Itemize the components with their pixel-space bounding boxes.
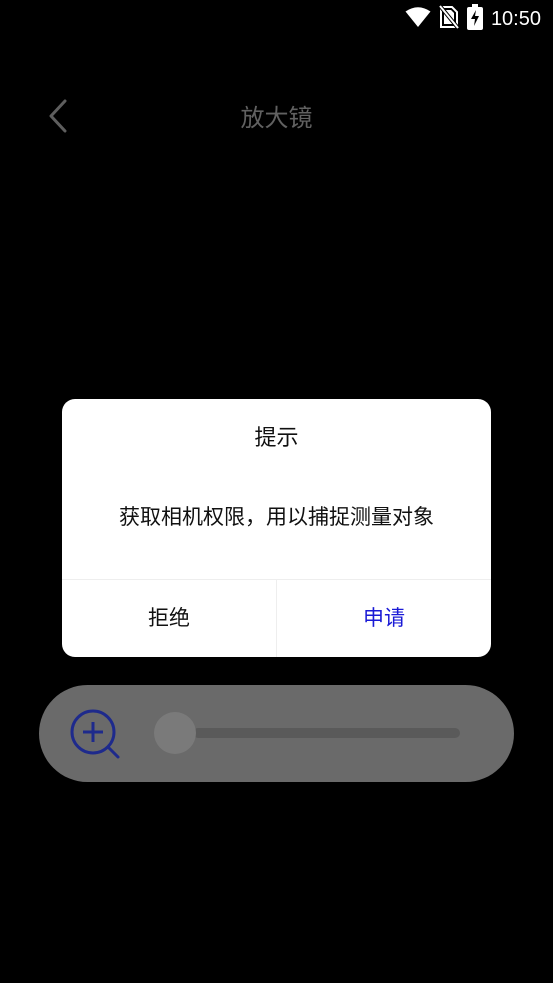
- zoom-in-icon[interactable]: [69, 709, 121, 761]
- zoom-slider-thumb[interactable]: [154, 712, 196, 754]
- zoom-control-bar: [39, 685, 514, 782]
- reject-button[interactable]: 拒绝: [62, 580, 276, 657]
- header: 放大镜: [0, 90, 553, 146]
- status-icons: 10:50: [405, 4, 541, 34]
- wifi-icon: [405, 6, 431, 32]
- page-title: 放大镜: [240, 104, 313, 132]
- no-sim-icon: [438, 4, 460, 33]
- status-time: 10:50: [490, 8, 541, 30]
- apply-button[interactable]: 申请: [277, 580, 491, 657]
- zoom-slider-track[interactable]: [193, 728, 460, 738]
- permission-dialog: 提示 获取相机权限，用以捕捉测量对象 拒绝 申请: [62, 399, 491, 657]
- dialog-title: 提示: [254, 426, 299, 451]
- dialog-message: 获取相机权限，用以捕捉测量对象: [119, 505, 434, 529]
- battery-charging-icon: [466, 4, 483, 34]
- status-bar: 10:50: [0, 0, 553, 38]
